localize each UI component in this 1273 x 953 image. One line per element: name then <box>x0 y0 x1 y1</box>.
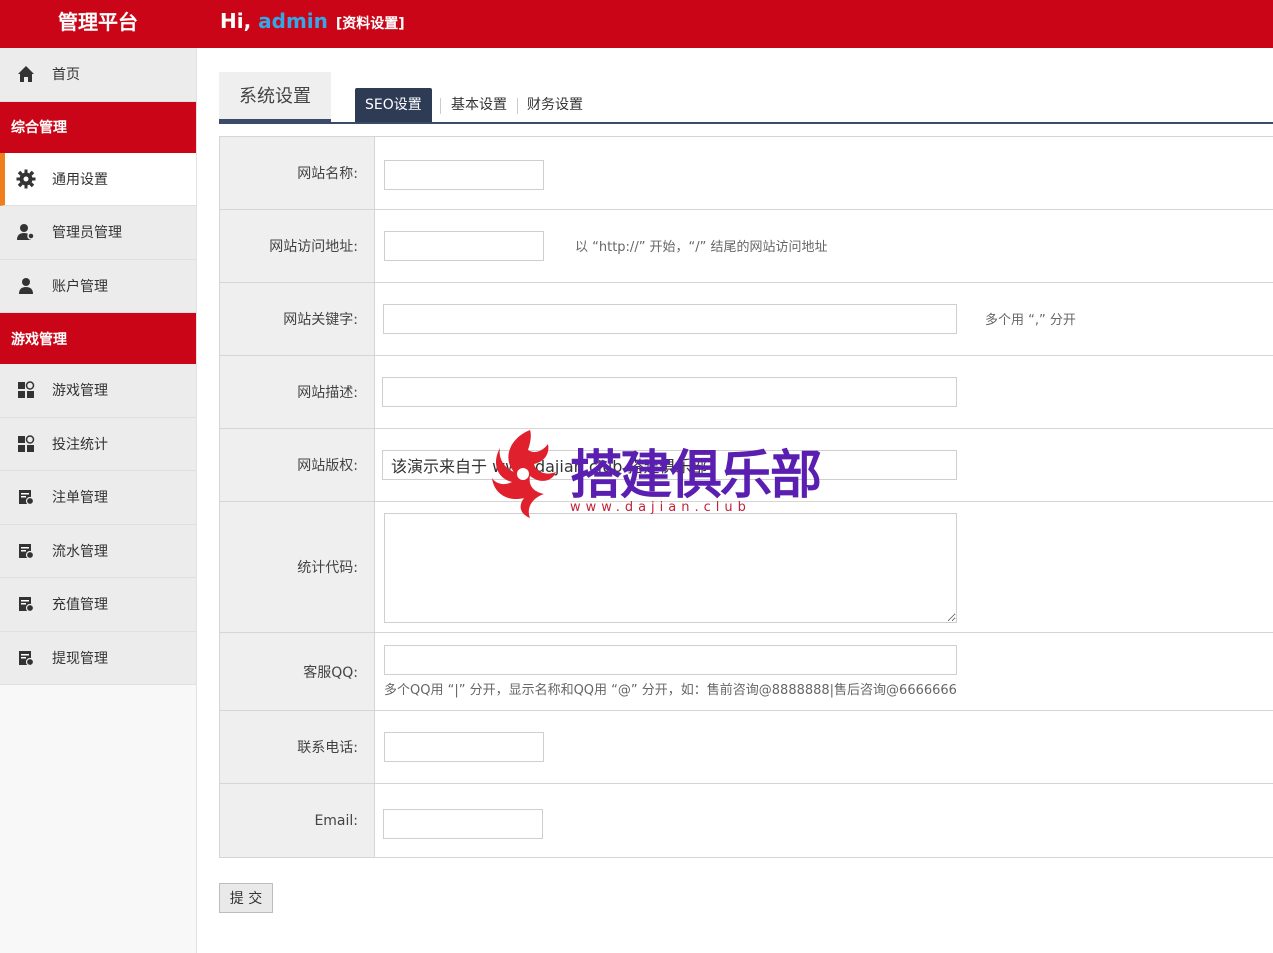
tab-bar: 系统设置 SEO设置 基本设置 财务设置 <box>219 72 1273 124</box>
sidebar-item-label: 账户管理 <box>52 278 108 295</box>
qq-label: 客服QQ: <box>220 633 375 710</box>
sidebar-item-account-management[interactable]: 账户管理 <box>0 259 196 313</box>
keywords-hint: 多个用 “,” 分开 <box>985 313 1076 328</box>
grid-icon <box>16 434 36 454</box>
top-header: 管理平台 Hi, admin [资料设置] <box>0 0 1273 48</box>
greeting: Hi, admin [资料设置] <box>220 0 405 48</box>
user-icon <box>16 276 36 296</box>
sidebar-item-label: 注单管理 <box>52 490 108 507</box>
tab-divider <box>440 98 441 114</box>
form-row-keywords: 网站关键字: 多个用 “,” 分开 <box>220 283 1273 356</box>
tab-basic-settings[interactable]: 基本设置 <box>451 88 507 122</box>
sidebar-item-label: 流水管理 <box>52 543 108 560</box>
keywords-label: 网站关键字: <box>220 283 375 355</box>
sidebar-item-label: 投注统计 <box>52 436 108 453</box>
username: admin <box>258 9 328 33</box>
sidebar-item-recharge-management[interactable]: 充值管理 <box>0 578 196 632</box>
tab-divider <box>517 98 518 114</box>
sidebar-item-general-settings[interactable]: 通用设置 <box>0 152 196 206</box>
stats-code-textarea[interactable] <box>384 513 957 623</box>
qq-hint: 多个QQ用 “|” 分开，显示名称和QQ用 “@” 分开，如：售前咨询@8888… <box>384 683 957 698</box>
site-url-input[interactable] <box>384 231 544 261</box>
watermark-url: www.dajian.club <box>570 500 751 515</box>
section-title: 系统设置 <box>219 72 331 122</box>
keywords-input[interactable] <box>383 304 957 334</box>
form-row-email: Email: <box>220 784 1273 857</box>
sidebar-item-withdraw-management[interactable]: 提现管理 <box>0 631 196 685</box>
submit-button[interactable]: 提 交 <box>219 883 273 913</box>
sidebar-item-label: 管理员管理 <box>52 225 122 242</box>
document-icon <box>16 594 36 614</box>
grid-icon <box>16 380 36 400</box>
sidebar-item-bet-statistics[interactable]: 投注统计 <box>0 417 196 471</box>
brand-title: 管理平台 <box>58 10 138 34</box>
sidebar-item-order-management[interactable]: 注单管理 <box>0 471 196 525</box>
form-row-qq: 客服QQ: 多个QQ用 “|” 分开，显示名称和QQ用 “@” 分开，如：售前咨… <box>220 633 1273 711</box>
document-icon <box>16 648 36 668</box>
document-icon <box>16 541 36 561</box>
greeting-text: Hi, <box>220 9 259 33</box>
tab-finance-settings[interactable]: 财务设置 <box>527 88 583 122</box>
site-url-label: 网站访问地址: <box>220 210 375 282</box>
phone-label: 联系电话: <box>220 711 375 783</box>
document-icon <box>16 487 36 507</box>
site-name-input[interactable] <box>384 160 544 190</box>
home-icon <box>16 64 36 84</box>
form-row-phone: 联系电话: <box>220 711 1273 784</box>
sidebar-group-general: 综合管理 <box>0 101 196 153</box>
email-label: Email: <box>220 784 375 857</box>
sidebar-item-label: 充值管理 <box>52 597 108 614</box>
watermark-title: 搭建俱乐部 <box>570 446 822 506</box>
email-input[interactable] <box>383 809 543 839</box>
sidebar-item-label: 通用设置 <box>52 171 108 188</box>
profile-settings-link[interactable]: [资料设置] <box>336 16 405 32</box>
site-url-hint: 以 “http://” 开始，“/” 结尾的网站访问地址 <box>575 240 828 255</box>
gear-icon <box>16 169 36 189</box>
sidebar-group-game: 游戏管理 <box>0 313 196 364</box>
qq-input[interactable] <box>384 645 957 675</box>
phone-input[interactable] <box>384 732 544 762</box>
sidebar-item-flow-management[interactable]: 流水管理 <box>0 524 196 578</box>
form-row-site-name: 网站名称: <box>220 137 1273 210</box>
sidebar-item-label: 提现管理 <box>52 650 108 667</box>
description-label: 网站描述: <box>220 356 375 428</box>
tab-seo-settings[interactable]: SEO设置 <box>355 88 432 122</box>
site-name-label: 网站名称: <box>220 137 375 209</box>
sidebar-item-game-management[interactable]: 游戏管理 <box>0 364 196 418</box>
form-row-site-url: 网站访问地址: 以 “http://” 开始，“/” 结尾的网站访问地址 <box>220 210 1273 283</box>
sidebar-item-home[interactable]: 首页 <box>0 48 196 102</box>
main-content: 系统设置 SEO设置 基本设置 财务设置 网站名称: 网站访问地址: 以 “ht… <box>219 72 1273 858</box>
sidebar-item-label: 首页 <box>52 67 80 84</box>
form-row-description: 网站描述: <box>220 356 1273 429</box>
sidebar-item-admin-management[interactable]: 管理员管理 <box>0 206 196 260</box>
description-input[interactable] <box>382 377 957 407</box>
sidebar-item-label: 游戏管理 <box>52 383 108 400</box>
admin-user-icon <box>16 222 36 242</box>
watermark-logo-icon <box>492 430 556 518</box>
copyright-label: 网站版权: <box>220 429 375 501</box>
watermark: 搭建俱乐部 www.dajian.club <box>490 428 822 523</box>
sidebar: 首页 综合管理 通用设置 管理员管理 账户管理 游戏管理 游戏管理 投注统计 注… <box>0 48 197 953</box>
stats-code-label: 统计代码: <box>220 502 375 632</box>
